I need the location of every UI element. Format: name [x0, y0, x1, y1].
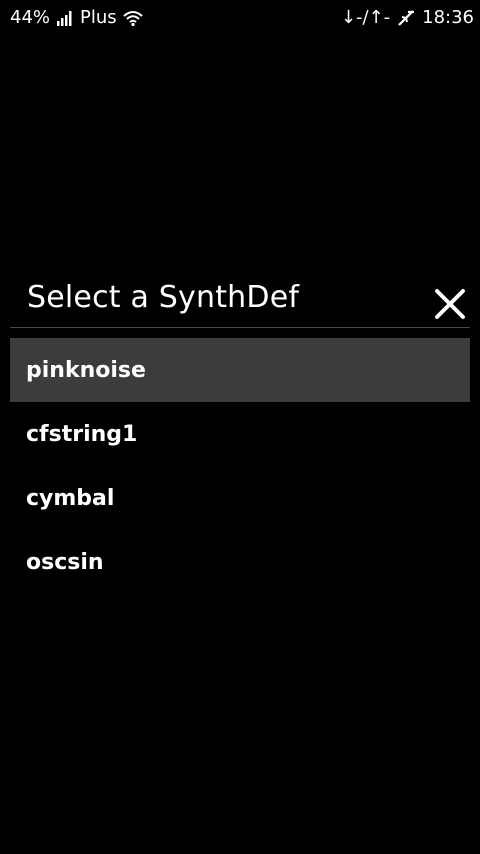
list-item-label: cymbal: [26, 485, 115, 511]
status-bar: 44% Plus ↓-/↑- 18:36: [0, 0, 480, 34]
status-right-group: ↓-/↑- 18:36: [341, 7, 474, 28]
list-item-label: pinknoise: [26, 357, 146, 383]
list-item-cfstring1[interactable]: cfstring1: [10, 402, 470, 466]
usb-icon: [396, 8, 416, 28]
carrier-name: Plus: [80, 7, 117, 28]
synthdef-selection-dialog: Select a SynthDef pinknoise cfstring1 cy…: [10, 268, 470, 594]
list-item-pinknoise[interactable]: pinknoise: [10, 338, 470, 402]
list-item-cymbal[interactable]: cymbal: [10, 466, 470, 530]
dialog-header: Select a SynthDef: [10, 268, 470, 328]
list-item-oscsin[interactable]: oscsin: [10, 530, 470, 594]
battery-percent: 44%: [10, 7, 51, 28]
list-item-label: cfstring1: [26, 421, 138, 447]
wifi-icon: [123, 9, 143, 27]
clock-time: 18:36: [422, 7, 474, 28]
list-item-label: oscsin: [26, 549, 104, 575]
signal-strength-icon: [56, 9, 74, 27]
status-left-group: 44% Plus: [10, 7, 143, 28]
close-button[interactable]: [432, 286, 468, 322]
dialog-title: Select a SynthDef: [27, 280, 300, 315]
close-icon: [435, 289, 465, 319]
data-activity-indicator: ↓-/↑-: [340, 7, 391, 28]
synthdef-list: pinknoise cfstring1 cymbal oscsin: [10, 338, 470, 594]
